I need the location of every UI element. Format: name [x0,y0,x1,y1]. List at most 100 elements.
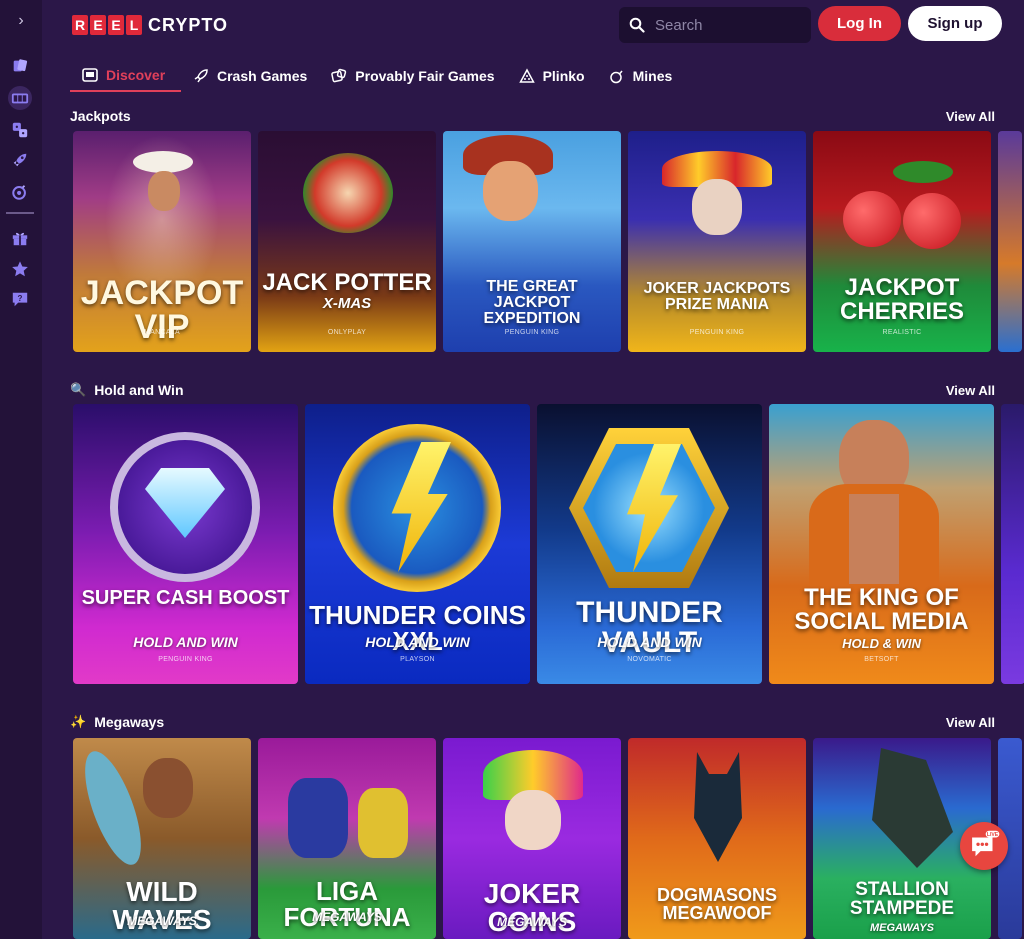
live-chat-button[interactable]: LIVE [960,822,1008,870]
game-subtitle: HOLD & WIN [842,636,921,651]
game-provider: BETSOFT [864,656,899,663]
game-tile-jack-potter[interactable]: JACK POTTER X-MAS ONLYPLAY [258,131,436,352]
view-all-hold-and-win[interactable]: View All [946,383,995,398]
game-provider: NOVOMATIC [627,656,672,663]
view-all-megaways[interactable]: View All [946,715,995,730]
game-title: STALLION STAMPEDE [849,879,955,919]
section-title-megaways: ✨ Megaways [70,714,164,730]
slot-machine-icon[interactable] [8,86,32,110]
game-subtitle: HOLD AND WIN [133,634,238,650]
section-title-text: Megaways [94,714,165,730]
chat-question-icon[interactable]: ? [8,287,32,311]
game-tile-dogmasons-megawoof[interactable]: DOGMASONS MEGAWOOF [628,738,806,939]
cherry-shape [903,193,961,249]
tab-provably-fair-games[interactable]: Provably Fair Games [319,60,506,92]
signup-button[interactable]: Sign up [908,6,1002,41]
tab-plinko[interactable]: Plinko [507,60,597,92]
game-tile-super-cash-boost[interactable]: SUPER CASH BOOST HOLD AND WIN PENGUIN KI… [73,404,298,684]
face-shape [692,179,742,235]
game-tile-thunder-vault[interactable]: THUNDER VAULT HOLD AND WIN NOVOMATIC [537,404,762,684]
sidebar: › ? [0,0,42,939]
game-tile-joker-jackpots[interactable]: JOKER JACKPOTS PRIZE MANIA PENGUIN KING [628,131,806,352]
game-tile-thunder-coins-xxl[interactable]: THUNDER COINS XXL HOLD AND WIN PLAYSON [305,404,530,684]
search-input[interactable] [655,16,795,34]
game-subtitle: MEGAWAYS [312,910,382,924]
rocket-icon [194,69,208,83]
hold-and-win-row: SUPER CASH BOOST HOLD AND WIN PENGUIN KI… [73,404,1024,684]
game-title: THE GREAT JACKPOT EXPEDITION [483,278,581,327]
game-provider: PLAYSON [400,656,435,663]
game-tile-jackpot-cherries[interactable]: JACKPOT CHERRIES REALISTIC [813,131,991,352]
leaf-shape [893,161,953,183]
dice-icon[interactable] [8,118,32,142]
jackpots-row: JACKPOT VIP MANCALA JACK POTTER X-MAS ON… [73,131,1022,352]
game-tile-partial[interactable] [1001,404,1024,684]
game-tile-liga-fortuna[interactable]: LIGA FORTUNA MEGAWAYS [258,738,436,939]
svg-text:?: ? [18,294,23,303]
bomb-icon[interactable] [8,180,32,204]
game-title: JOKER JACKPOTS PRIZE MANIA [643,280,791,313]
view-all-jackpots[interactable]: View All [946,109,995,124]
game-tile-wild-waves[interactable]: WILD WAVES MEGAWAYS [73,738,251,939]
game-tile-jackpot-vip[interactable]: JACKPOT VIP MANCALA [73,131,251,352]
megaways-row: WILD WAVES MEGAWAYS LIGA FORTUNA MEGAWAY… [73,738,1022,939]
player-shape [288,778,348,858]
search-box[interactable] [619,7,811,43]
tab-label: Crash Games [217,68,308,84]
game-provider: MANCALA [144,329,180,336]
rocket-icon[interactable] [8,148,32,172]
game-provider: ONLYPLAY [327,329,367,336]
category-tabs: Discover Crash Games Provably Fair Games… [70,60,684,92]
reel-crypto-logo[interactable]: R E E L CRYPTO [72,12,228,38]
game-provider: REALISTIC [882,329,922,336]
game-provider: PENGUIN KING [158,656,213,663]
game-title: DOGMASONS MEGAWOOF [656,885,777,923]
game-tile-great-jackpot-expedition[interactable]: THE GREAT JACKPOT EXPEDITION PENGUIN KIN… [443,131,621,352]
search-icon [629,17,645,33]
game-title: THE KING OF SOCIAL MEDIA [794,584,969,635]
cherry-shape [843,191,901,247]
tab-mines[interactable]: Mines [597,60,685,92]
tab-crash-games[interactable]: Crash Games [181,60,319,92]
star-icon[interactable] [8,257,32,281]
logo-letter: E [90,15,106,35]
section-title-text: Hold and Win [94,382,184,398]
game-provider: PENGUIN KING [689,329,745,336]
sparkles-icon: ✨ [70,714,87,729]
logo-letter: L [126,15,142,35]
cards-icon[interactable] [8,54,32,78]
gift-icon[interactable] [8,226,32,250]
logo-letter: R [72,15,88,35]
hat-shape [133,151,193,173]
section-title-jackpots: Jackpots [70,108,131,124]
face-shape [483,161,538,221]
section-title-hold-and-win: 🔍 Hold and Win [70,382,184,398]
bomb-icon [609,70,623,84]
game-subtitle: HOLD AND WIN [597,634,702,650]
sidebar-toggle-icon[interactable]: › [12,12,30,32]
login-button[interactable]: Log In [818,6,901,41]
game-subtitle: HOLD AND WIN [365,634,470,650]
game-tile-partial[interactable] [998,131,1022,352]
game-title: JACK POTTER [262,269,432,296]
game-subtitle: X-MAS [322,295,372,312]
tab-discover[interactable]: Discover [70,60,181,92]
slot-machine-icon [82,68,98,82]
face-shape [148,171,180,211]
game-subtitle: MEGAWAYS [870,922,934,934]
game-subtitle: MEGAWAYS [127,914,197,928]
player-shape [358,788,408,858]
game-provider: PENGUIN KING [504,329,560,336]
game-tile-joker-coins[interactable]: JOKER COINS MEGAWAYS [443,738,621,939]
game-title: JACKPOT CHERRIES [839,274,965,325]
pyramid-icon [518,68,535,83]
logo-letter: E [108,15,124,35]
tab-label: Provably Fair Games [355,68,495,84]
wreath-shape [303,153,393,233]
dice-icon [331,68,347,83]
tab-label: Mines [632,68,673,84]
chat-bubble-icon: LIVE [972,830,1000,857]
live-label: LIVE [987,832,999,838]
sidebar-divider [6,212,34,214]
game-tile-king-of-social-media[interactable]: THE KING OF SOCIAL MEDIA HOLD & WIN BETS… [769,404,994,684]
